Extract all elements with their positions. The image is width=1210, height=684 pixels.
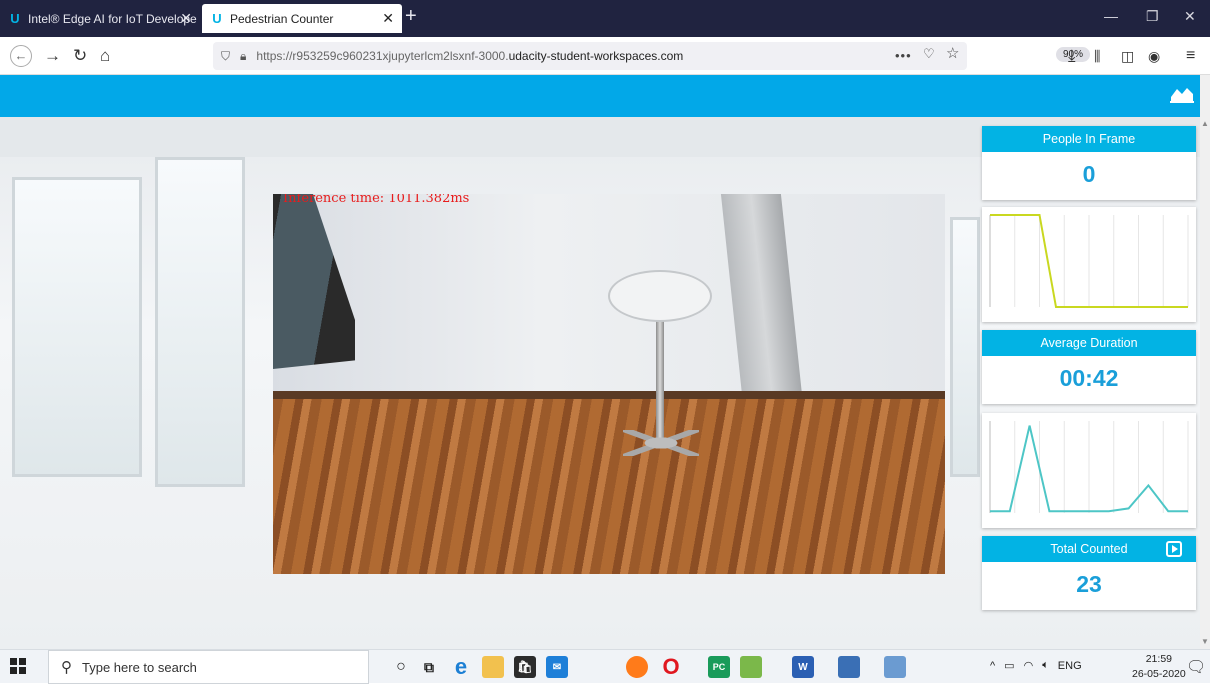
scroll-down-icon[interactable]: ▼	[1201, 637, 1209, 646]
file-explorer-icon[interactable]	[482, 656, 504, 678]
lock-icon: 🔒︎	[240, 48, 247, 63]
duration-line-chart	[989, 421, 1189, 513]
menu-icon[interactable]: ≡	[1186, 46, 1195, 66]
average-duration-label: Average Duration	[982, 330, 1196, 356]
tab-intel-edge-ai[interactable]: U Intel® Edge AI for IoT Develope ✕	[0, 4, 200, 33]
pocket-icon[interactable]: ♡	[923, 46, 935, 62]
shield-icon: ⛉	[221, 48, 231, 63]
photos-icon[interactable]	[884, 656, 906, 678]
average-duration-card: Average Duration 00:42	[982, 330, 1196, 404]
video-table-base	[623, 430, 699, 456]
search-icon: ⚲	[61, 659, 72, 676]
sidebar-icon[interactable]: ◫	[1121, 46, 1134, 66]
area-chart-icon[interactable]	[1170, 85, 1194, 103]
back-icon[interactable]: ←	[10, 45, 32, 67]
close-window-icon[interactable]: ✕	[1184, 8, 1196, 25]
app-header-bar	[0, 75, 1200, 117]
page-content: Inference time: 1011.382ms People In Fra…	[0, 75, 1200, 649]
total-counted-header: Total Counted	[982, 536, 1196, 562]
opera-icon[interactable]: O	[660, 654, 682, 679]
tab-pedestrian-counter[interactable]: U Pedestrian Counter ✕	[202, 4, 402, 33]
url-bar[interactable]: ⛉ 🔒︎ https://r953259c960231xjupyterlcm2l…	[213, 42, 1091, 70]
video-table-pole	[656, 320, 664, 440]
close-tab-icon[interactable]: ✕	[382, 10, 394, 27]
notepad-icon[interactable]	[740, 656, 762, 678]
play-icon[interactable]	[1166, 541, 1182, 557]
people-line-chart	[989, 214, 1189, 308]
total-counted-label: Total Counted	[1050, 542, 1128, 556]
battery-icon[interactable]: ▭	[1004, 659, 1014, 672]
app-icon[interactable]	[838, 656, 860, 678]
average-duration-value: 00:42	[1059, 365, 1119, 391]
tab-label: Intel® Edge AI for IoT Develope	[28, 11, 197, 26]
show-hidden-icons-icon[interactable]: ^	[990, 660, 995, 672]
search-placeholder: Type here to search	[82, 659, 197, 675]
volume-icon[interactable]: 🔈︎	[1042, 659, 1049, 672]
mail-icon[interactable]: ✉	[546, 656, 568, 678]
people-chart-card	[982, 207, 1196, 322]
pycharm-icon[interactable]: PC	[708, 656, 730, 678]
duration-chart-card	[982, 413, 1196, 528]
taskbar-search-box[interactable]: ⚲ Type here to search	[48, 650, 369, 684]
word-icon[interactable]: W	[792, 656, 814, 678]
wifi-icon[interactable]: ◠	[1024, 659, 1034, 672]
scroll-up-icon[interactable]: ▲	[1201, 119, 1209, 128]
windows-taskbar: ⚲ Type here to search ○ ⧉ e 🛍︎ ✉ O PC W …	[0, 649, 1210, 684]
people-in-frame-label: People In Frame	[982, 126, 1196, 152]
background-window	[950, 217, 980, 477]
task-view-icon[interactable]: ⧉	[418, 656, 440, 678]
taskbar-clock[interactable]: 21:59 26-05-2020	[1132, 652, 1186, 682]
total-counted-card: Total Counted 23	[982, 536, 1196, 610]
people-in-frame-value: 0	[1082, 161, 1096, 187]
people-in-frame-card: People In Frame 0	[982, 126, 1196, 200]
language-indicator[interactable]: ENG	[1058, 660, 1082, 672]
home-icon[interactable]: ⌂	[100, 46, 110, 66]
page-scrollbar[interactable]: ▲ ▼	[1200, 75, 1210, 649]
downloads-icon[interactable]: ⤓	[1068, 46, 1076, 66]
udacity-logo-icon: U	[212, 11, 222, 26]
tab-label: Pedestrian Counter	[230, 11, 334, 26]
browser-tab-strip: U Intel® Edge AI for IoT Develope ✕ U Pe…	[0, 0, 1210, 37]
notifications-icon[interactable]: 🗨︎	[1186, 657, 1206, 677]
background-window	[155, 157, 245, 487]
system-tray: ^ ▭ ◠ 🔈︎ ENG	[990, 659, 1082, 672]
background-window	[12, 177, 142, 477]
library-icon[interactable]: ⫼	[1094, 46, 1100, 66]
minimize-icon[interactable]: —	[1104, 8, 1118, 24]
clock-date: 26-05-2020	[1132, 668, 1186, 680]
close-tab-icon[interactable]: ✕	[180, 10, 192, 27]
clock-time: 21:59	[1145, 653, 1172, 665]
reload-icon[interactable]: ↻	[73, 46, 87, 66]
store-icon[interactable]: 🛍︎	[514, 656, 536, 678]
bookmark-star-icon[interactable]: ☆	[946, 44, 959, 62]
inference-time-label: Inference time: 1011.382ms	[283, 194, 470, 206]
windows-start-icon[interactable]	[10, 658, 26, 674]
url-prefix: https://r953259c960231xjupyterlcm2lsxnf-…	[256, 49, 509, 63]
udacity-logo-icon: U	[10, 11, 20, 26]
forward-icon[interactable]: →	[44, 46, 61, 66]
restore-icon[interactable]: ❐	[1146, 8, 1159, 25]
total-counted-value: 23	[1076, 571, 1102, 597]
url-host: udacity-student-workspaces.com	[508, 49, 684, 63]
video-table-top	[608, 270, 712, 322]
browser-nav-bar: ← → ↻ ⌂ ⛉ 🔒︎ https://r953259c960231xjupy…	[0, 37, 1210, 75]
page-actions-icon[interactable]: •••	[895, 48, 912, 63]
cortana-icon[interactable]: ○	[390, 656, 412, 678]
new-tab-icon[interactable]: +	[405, 6, 417, 26]
video-feed: Inference time: 1011.382ms	[273, 194, 945, 574]
firefox-icon[interactable]	[626, 656, 648, 678]
account-icon[interactable]: ◉	[1148, 46, 1160, 66]
edge-browser-icon[interactable]: e	[450, 654, 472, 679]
video-wood-floor	[273, 399, 945, 574]
